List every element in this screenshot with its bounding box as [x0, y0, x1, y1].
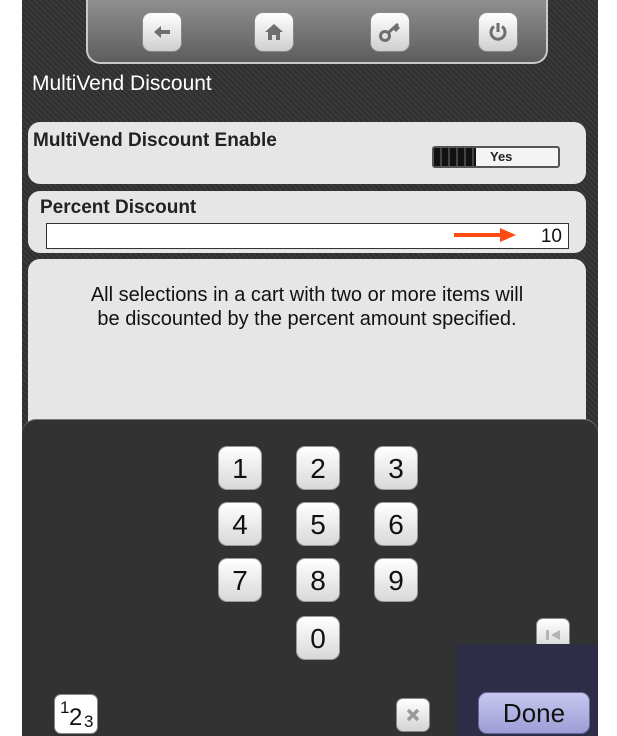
key-1[interactable]: 1 [218, 446, 262, 490]
done-button[interactable]: Done [478, 692, 590, 734]
clear-key[interactable] [396, 698, 430, 732]
back-button[interactable] [142, 12, 182, 52]
key-8[interactable]: 8 [296, 558, 340, 602]
key-7[interactable]: 7 [218, 558, 262, 602]
clear-icon [406, 708, 420, 722]
backspace-icon [546, 630, 560, 640]
percent-setting-panel: Percent Discount 10 [28, 191, 586, 253]
enable-toggle[interactable]: Yes [432, 146, 560, 168]
arrow-icon [454, 228, 516, 242]
home-icon [265, 24, 283, 40]
key-2[interactable]: 2 [296, 446, 340, 490]
mode-label-main: 2 [69, 704, 83, 731]
numeric-keypad: 1 2 3 4 5 6 7 8 9 0 1 2 3 Done [22, 420, 598, 736]
power-button[interactable] [478, 12, 518, 52]
enable-setting-panel: MultiVend Discount Enable Yes [28, 122, 586, 184]
power-icon [489, 23, 507, 41]
key-icon [379, 22, 401, 42]
key-6[interactable]: 6 [374, 502, 418, 546]
enable-label: MultiVend Discount Enable [33, 130, 277, 151]
key-3[interactable]: 3 [374, 446, 418, 490]
key-0[interactable]: 0 [296, 616, 340, 660]
percent-label: Percent Discount [40, 197, 197, 218]
home-button[interactable] [254, 12, 294, 52]
screen: MultiVend Discount MultiVend Discount En… [22, 0, 598, 736]
mode-label-sub: 3 [84, 712, 94, 731]
description-text: All selections in a cart with two or mor… [90, 284, 524, 330]
top-nav-bar [86, 0, 548, 64]
key-4[interactable]: 4 [218, 502, 262, 546]
number-mode-key[interactable]: 1 2 3 [54, 694, 98, 734]
toggle-knob [434, 148, 476, 166]
back-arrow-icon [154, 26, 170, 38]
key-5[interactable]: 5 [296, 502, 340, 546]
key-9[interactable]: 9 [374, 558, 418, 602]
page-title: MultiVend Discount [32, 72, 212, 95]
toggle-value: Yes [490, 149, 513, 164]
percent-value: 10 [540, 226, 562, 247]
key-button[interactable] [370, 12, 410, 52]
